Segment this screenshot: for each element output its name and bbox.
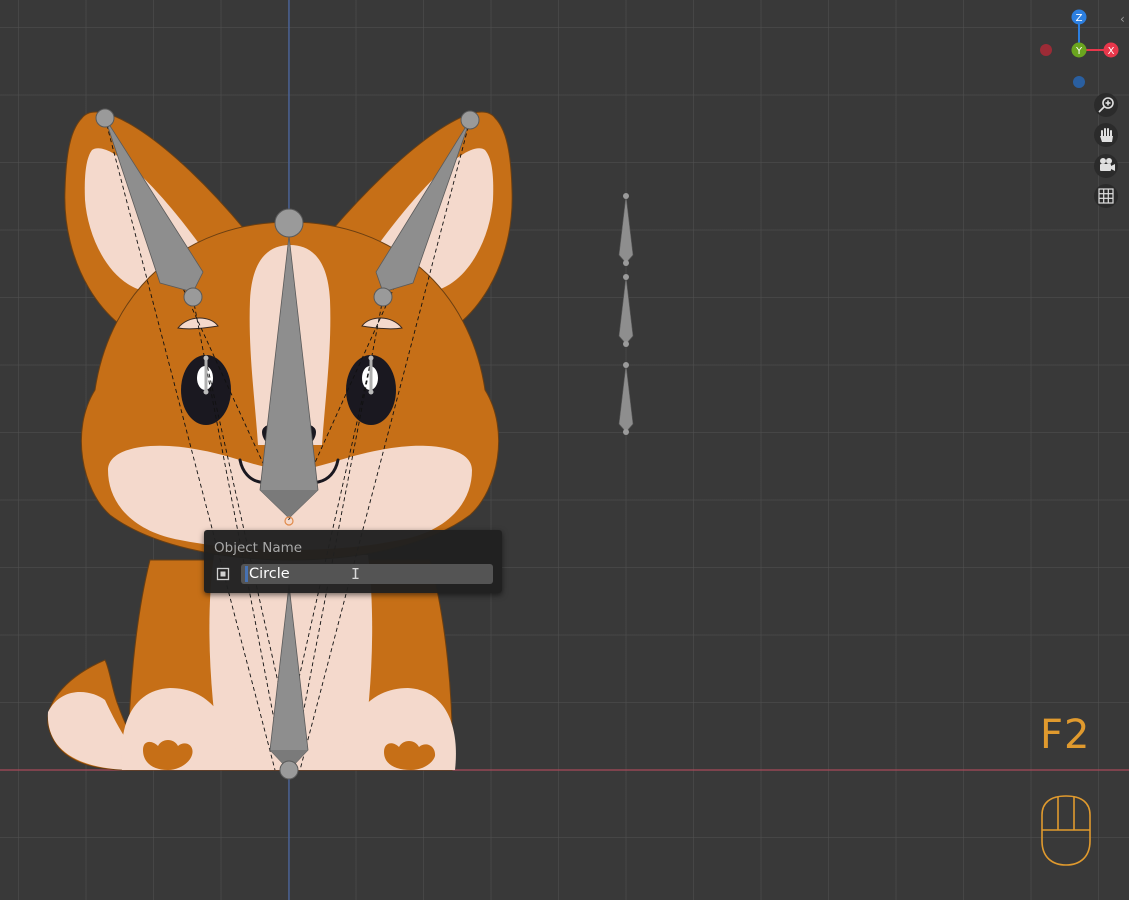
object-name-value: Circle [249, 566, 290, 582]
ibeam-cursor-icon: I [351, 565, 361, 583]
3d-viewport[interactable]: Z Y X ‹ Object Name Circle I F2 [0, 0, 1129, 900]
camera-button[interactable] [1094, 154, 1118, 178]
zoom-button[interactable] [1094, 93, 1118, 117]
object-name-input[interactable]: Circle I [241, 564, 493, 584]
popup-title: Object Name [214, 540, 303, 556]
text-cursor [245, 566, 248, 582]
bone-head-root [274, 208, 304, 238]
object-data-icon [216, 567, 230, 581]
bone-body-root [279, 760, 299, 780]
bone-ear-left-head [95, 108, 115, 128]
bone-ear-right-head [460, 110, 480, 130]
pan-button[interactable] [1094, 123, 1118, 147]
bone-chain [618, 193, 634, 435]
object-name-popup: Object Name Circle I [204, 530, 502, 593]
gizmo-z-neg[interactable] [1073, 76, 1085, 88]
gizmo-x-neg[interactable] [1040, 44, 1052, 56]
mouse-icon [1041, 795, 1091, 866]
chevron-left-icon[interactable]: ‹ [1120, 12, 1125, 26]
gizmo-x-label: X [1108, 46, 1115, 57]
ortho-grid-button[interactable] [1094, 184, 1118, 208]
gizmo-y-label: Y [1075, 46, 1083, 57]
bone-ear-right-tail [373, 287, 393, 307]
viewport-scene: Z Y X [0, 0, 1129, 900]
key-press-overlay: F2 [1040, 712, 1091, 758]
gizmo-z-label: Z [1076, 13, 1083, 24]
bone-ear-left-tail [183, 287, 203, 307]
navigation-gizmo[interactable]: Z Y X [1040, 9, 1119, 89]
